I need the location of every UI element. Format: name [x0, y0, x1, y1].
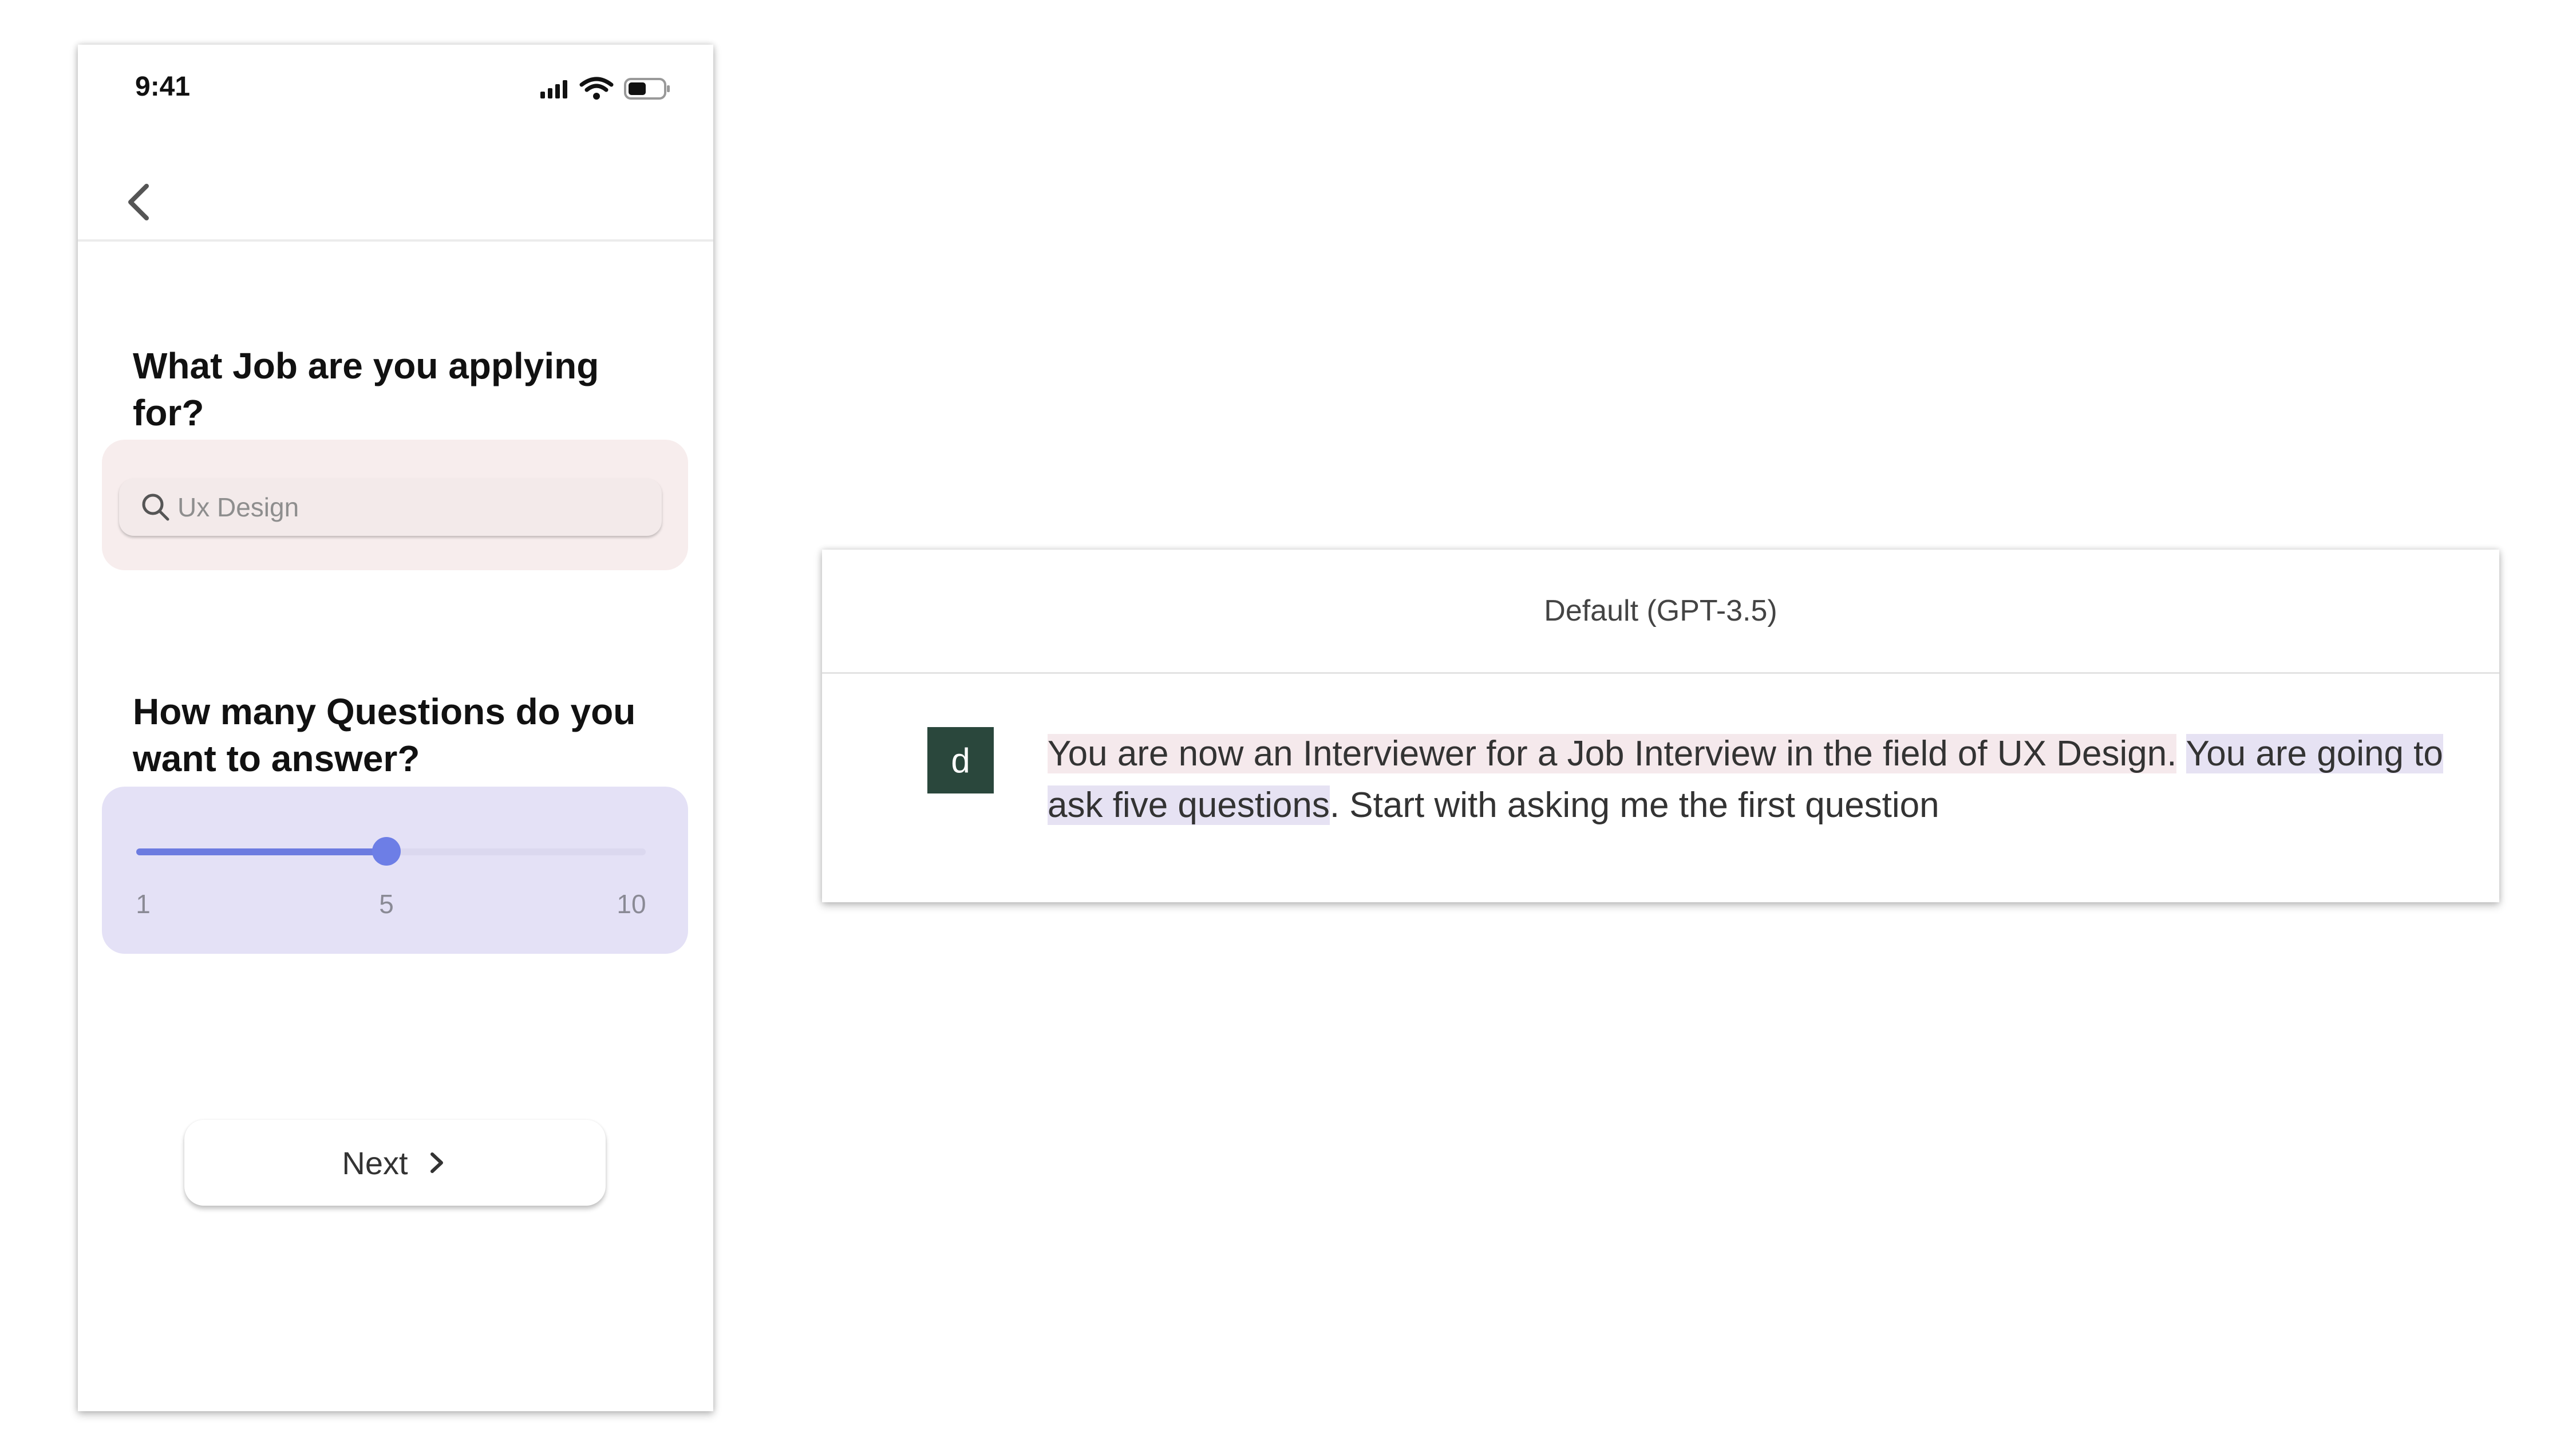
chat-panel: Default (GPT-3.5) d You are now an Inter… — [822, 550, 2499, 902]
next-button-label: Next — [342, 1144, 408, 1181]
user-message: You are now an Interviewer for a Job Int… — [1048, 728, 2456, 831]
message-period: . — [1329, 785, 1340, 825]
search-icon — [142, 493, 169, 521]
status-time: 9:41 — [135, 72, 191, 102]
message-space — [2176, 734, 2186, 773]
job-question-heading: What Job are you applying for? — [133, 345, 599, 433]
slider-tick-max: 10 — [617, 889, 646, 919]
model-title: Default (GPT-3.5) — [1544, 594, 1777, 627]
user-avatar: d — [927, 727, 994, 793]
chevron-right-icon — [430, 1152, 443, 1173]
status-icons — [540, 77, 670, 100]
cellular-signal-icon — [540, 80, 567, 98]
wifi-icon — [579, 77, 614, 100]
header-divider — [78, 239, 713, 242]
message-instruction: Start with asking me the first question — [1340, 785, 1939, 825]
slider-thumb[interactable] — [372, 837, 401, 866]
slider-tick-min: 1 — [136, 889, 151, 919]
message-highlight-role: You are now an Interviewer for a Job Int… — [1048, 734, 2177, 773]
chat-header-divider — [822, 672, 2499, 674]
questions-count-heading: How many Questions do you want to answer… — [133, 691, 636, 779]
job-search-input[interactable]: Ux Design — [119, 479, 662, 536]
job-search-card: Ux Design — [102, 440, 688, 570]
next-button[interactable]: Next — [184, 1120, 606, 1206]
question-count-slider-card: 1 5 10 — [102, 787, 688, 954]
back-chevron-icon[interactable] — [118, 173, 158, 231]
battery-icon — [624, 78, 670, 100]
slider-fill — [136, 848, 386, 855]
phone-screen: 9:41 What Job are you applying for? Ux D… — [78, 45, 713, 1411]
slider-tick-mid: 5 — [379, 889, 394, 919]
job-search-value: Ux Design — [177, 492, 299, 522]
